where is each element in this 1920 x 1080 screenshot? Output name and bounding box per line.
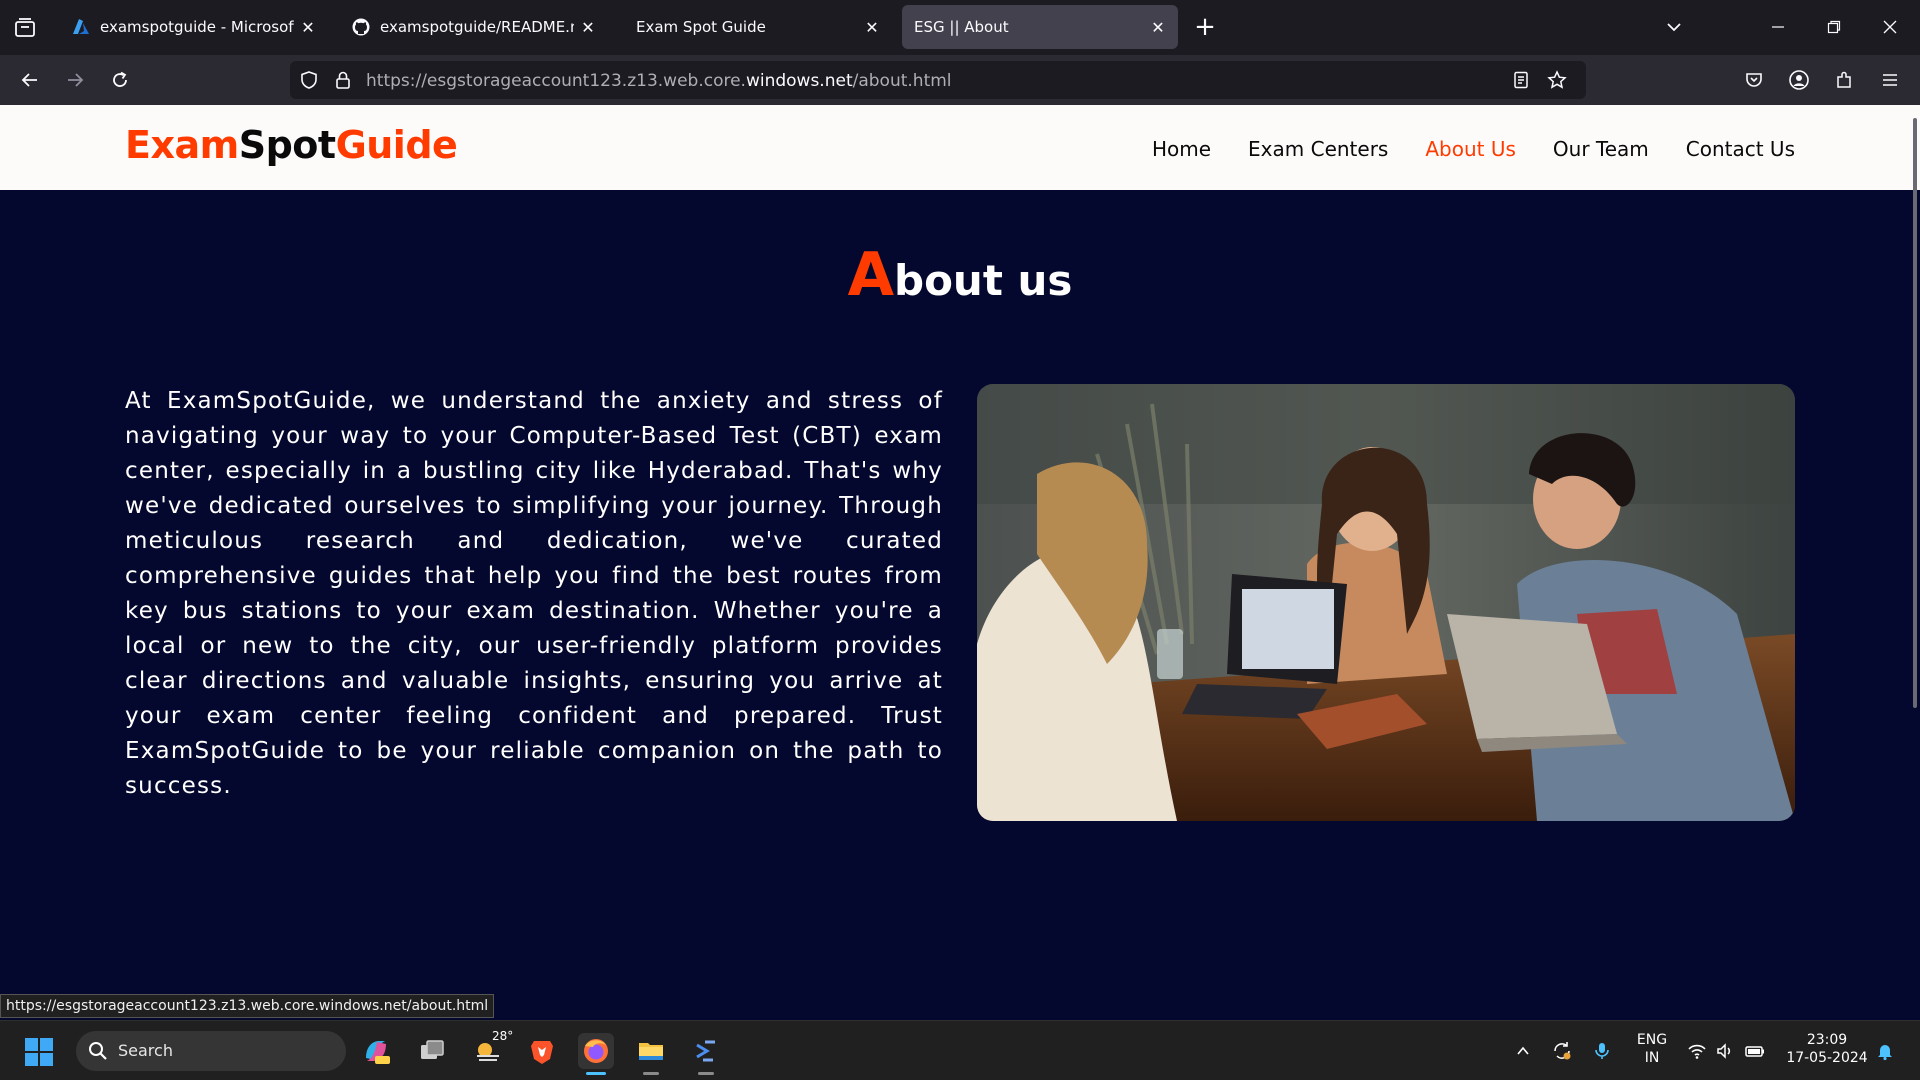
site-header: ExamSpotGuide Home Exam Centers About Us… (0, 105, 1920, 190)
browser-tab-bar: examspotguide - Microsoft Azu ✕ examspot… (0, 0, 1920, 55)
brave-icon[interactable] (524, 1033, 560, 1069)
url-bar[interactable]: https://esgstorageaccount123.z13.web.cor… (290, 61, 1586, 99)
clock-time: 23:09 (1806, 1032, 1848, 1048)
back-icon[interactable] (17, 67, 43, 93)
browser-nav-bar: https://esgstorageaccount123.z13.web.cor… (0, 55, 1920, 105)
tab-title: examspotguide/README.md at (380, 18, 574, 36)
tab-title: examspotguide - Microsoft Azu (100, 18, 294, 36)
tab-github[interactable]: examspotguide/README.md at ✕ (340, 5, 608, 49)
url-prefix: https://esgstorageaccount123.z13.web.cor… (366, 71, 746, 91)
sync-icon[interactable] (1550, 1039, 1574, 1063)
nav-exam-centers[interactable]: Exam Centers (1248, 137, 1388, 161)
menu-hamburger-icon[interactable] (1877, 67, 1903, 93)
reload-icon[interactable] (107, 67, 133, 93)
file-explorer-icon[interactable] (633, 1033, 669, 1075)
forward-icon[interactable] (62, 67, 88, 93)
firefox-icon[interactable] (578, 1033, 614, 1075)
url-domain: windows.net (745, 71, 853, 91)
logo-spot: Spot (238, 123, 336, 167)
about-photo (977, 384, 1795, 821)
search-icon (88, 1041, 108, 1065)
chevron-up-icon[interactable] (1511, 1039, 1535, 1063)
bookmark-star-icon[interactable] (1544, 67, 1570, 93)
tab-azure[interactable]: examspotguide - Microsoft Azu ✕ (60, 5, 328, 49)
status-url: https://esgstorageaccount123.z13.web.cor… (0, 994, 495, 1018)
weather-temp: 28° (492, 1029, 514, 1043)
copilot-icon[interactable] (358, 1033, 394, 1069)
close-icon[interactable]: ✕ (574, 13, 602, 41)
task-view-icon[interactable] (414, 1033, 450, 1069)
clock[interactable]: 23:09 17-05-2024 (1782, 1031, 1872, 1067)
tab-exam-spot-guide[interactable]: Exam Spot Guide ✕ (620, 5, 892, 49)
page-title-first-letter: A (847, 240, 894, 310)
close-window-button[interactable] (1872, 10, 1908, 44)
url-text[interactable]: https://esgstorageaccount123.z13.web.cor… (366, 71, 952, 91)
tab-overflow-chevron-icon[interactable] (1656, 10, 1692, 44)
tab-title: Exam Spot Guide (636, 18, 766, 36)
page-scrollbar[interactable] (1913, 118, 1917, 708)
tab-list-icon[interactable] (12, 15, 38, 41)
active-indicator (586, 1072, 606, 1075)
restore-button[interactable] (1816, 10, 1852, 44)
site-logo[interactable]: ExamSpotGuide (125, 123, 458, 167)
shield-icon[interactable] (296, 67, 322, 93)
windows-start-icon[interactable] (24, 1037, 54, 1067)
weather-icon[interactable]: 28° (470, 1029, 513, 1069)
running-indicator (643, 1072, 659, 1075)
azure-icon (72, 18, 90, 36)
tab-esg-about[interactable]: ESG || About ✕ (902, 5, 1178, 49)
search-label: Search (118, 1041, 173, 1060)
nav-contact-us[interactable]: Contact Us (1686, 137, 1795, 161)
page-title-rest: bout us (894, 256, 1073, 305)
new-tab-button[interactable]: + (1190, 13, 1220, 43)
close-icon[interactable]: ✕ (1144, 13, 1172, 41)
clock-date: 17-05-2024 (1786, 1050, 1868, 1066)
tab-title: ESG || About (914, 18, 1009, 36)
language-indicator[interactable]: ENG IN (1628, 1031, 1676, 1067)
microphone-icon[interactable] (1590, 1039, 1614, 1063)
close-icon[interactable]: ✕ (294, 13, 322, 41)
page-title: About us (0, 240, 1920, 310)
taskbar-search[interactable]: Search (76, 1031, 346, 1071)
lang-line1: ENG (1636, 1032, 1668, 1048)
pocket-icon[interactable] (1741, 67, 1767, 93)
account-icon[interactable] (1786, 67, 1812, 93)
running-indicator (698, 1072, 714, 1075)
github-icon (352, 18, 370, 36)
nav-home[interactable]: Home (1152, 137, 1211, 161)
windows-taskbar: Search 28° ENG IN 23:09 17-05-2024 (0, 1020, 1920, 1080)
nav-about-us[interactable]: About Us (1425, 137, 1516, 161)
lang-line2: IN (1644, 1050, 1660, 1066)
wifi-icon[interactable] (1685, 1039, 1709, 1063)
notification-bell-icon[interactable] (1873, 1039, 1897, 1063)
logo-guide: Guide (335, 123, 458, 167)
dev-tool-icon[interactable] (688, 1033, 724, 1075)
battery-icon[interactable] (1743, 1039, 1767, 1063)
nav-our-team[interactable]: Our Team (1553, 137, 1649, 161)
volume-icon[interactable] (1713, 1039, 1737, 1063)
site-nav: Home Exam Centers About Us Our Team Cont… (1115, 137, 1795, 161)
url-path: /about.html (852, 71, 952, 91)
extensions-icon[interactable] (1831, 67, 1857, 93)
lock-icon[interactable] (330, 67, 356, 93)
logo-exam: Exam (125, 123, 239, 167)
close-icon[interactable]: ✕ (858, 13, 886, 41)
reader-view-icon[interactable] (1508, 67, 1534, 93)
about-paragraph: At ExamSpotGuide, we understand the anxi… (125, 388, 943, 799)
minimize-button[interactable] (1760, 10, 1796, 44)
